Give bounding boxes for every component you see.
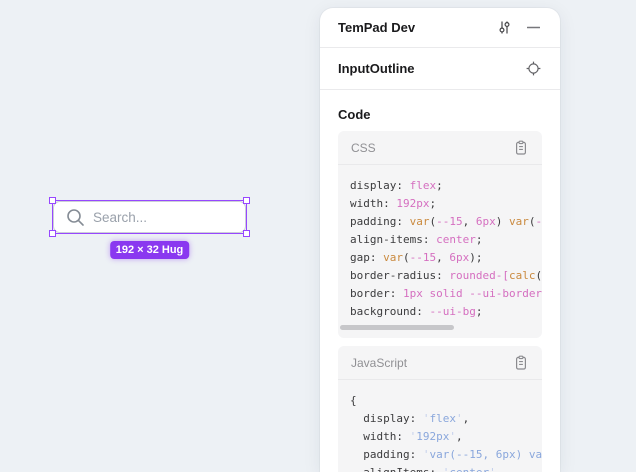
component-name: InputOutline <box>338 61 522 76</box>
minimize-button[interactable] <box>522 17 544 39</box>
selection-handle-sw[interactable] <box>49 230 56 237</box>
js-code: { display: 'flex', width: '192px', paddi… <box>338 380 542 472</box>
selection-handle-se[interactable] <box>243 230 250 237</box>
css-horizontal-scrollbar <box>340 325 530 330</box>
css-code: display: flex;width: 192px;padding: var(… <box>338 165 542 321</box>
js-code-block: JavaScript { display: 'flex', width: '19… <box>338 346 542 472</box>
locate-icon <box>526 61 541 76</box>
tempad-dev-panel: TemPad Dev InputOutline <box>320 8 560 472</box>
selection-handle-nw[interactable] <box>49 197 56 204</box>
clipboard-icon <box>514 355 528 371</box>
search-input-visual: Search... <box>53 201 246 233</box>
css-block-header: CSS <box>338 131 542 165</box>
locate-component-button[interactable] <box>522 58 544 80</box>
panel-title: TemPad Dev <box>338 20 493 35</box>
search-placeholder-text: Search... <box>93 210 147 225</box>
copy-css-button[interactable] <box>510 137 532 159</box>
css-scrollbar-thumb[interactable] <box>340 325 454 330</box>
size-badge: 192 × 32 Hug <box>110 241 190 259</box>
css-block-label: CSS <box>351 141 510 155</box>
js-block-label: JavaScript <box>351 356 510 370</box>
copy-js-button[interactable] <box>510 352 532 374</box>
code-section-title: Code <box>338 107 542 122</box>
css-code-block: CSS display: flex;width: 192px;padding: … <box>338 131 542 338</box>
settings-sliders-button[interactable] <box>493 17 515 39</box>
selection-handle-ne[interactable] <box>243 197 250 204</box>
sliders-icon <box>497 20 512 35</box>
search-input-component[interactable]: Search... 192 × 32 Hug <box>53 201 246 233</box>
panel-header[interactable]: TemPad Dev <box>320 8 560 48</box>
js-block-header: JavaScript <box>338 346 542 380</box>
minimize-icon <box>527 26 540 29</box>
clipboard-icon <box>514 140 528 156</box>
search-icon <box>66 208 85 227</box>
selected-component-row: InputOutline <box>320 48 560 90</box>
